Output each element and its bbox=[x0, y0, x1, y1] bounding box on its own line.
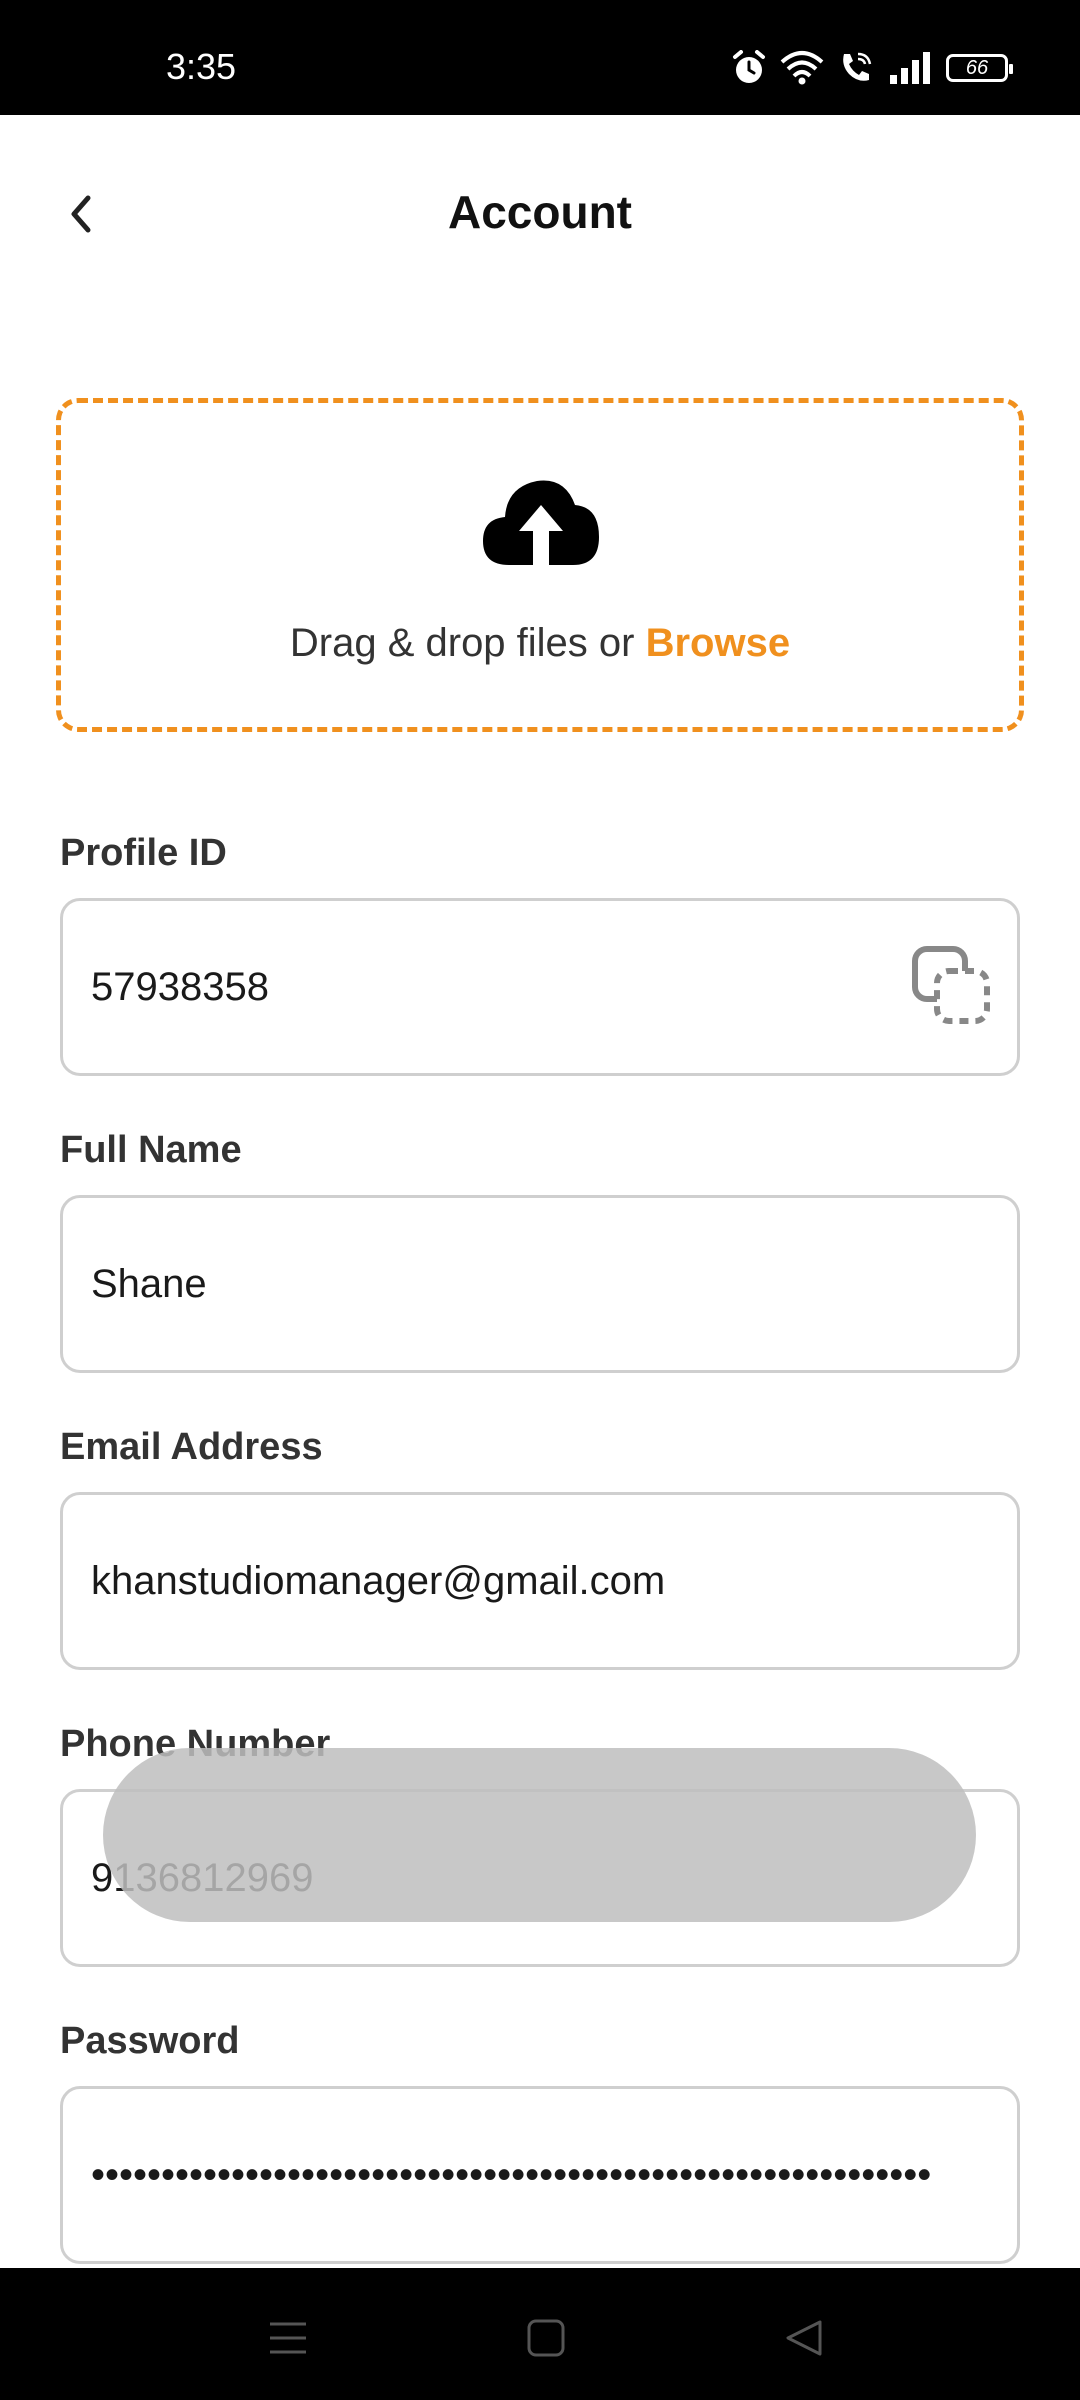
menu-button[interactable] bbox=[258, 2308, 318, 2368]
menu-icon bbox=[270, 2322, 306, 2354]
copy-icon[interactable] bbox=[911, 945, 991, 1025]
system-nav-bar bbox=[0, 2268, 1080, 2400]
file-upload-dropzone[interactable]: Drag & drop files or Browse bbox=[56, 398, 1024, 732]
status-icons: 66 bbox=[732, 48, 1013, 88]
password-value[interactable]: ••••••••••••••••••••••••••••••••••••••••… bbox=[91, 2089, 951, 2261]
cloud-upload-icon bbox=[483, 480, 599, 565]
password-label: Password bbox=[60, 2020, 240, 2062]
upload-text: Drag & drop files or bbox=[289, 621, 646, 665]
status-time: 3:35 bbox=[166, 46, 237, 87]
full-name-field[interactable]: Shane bbox=[60, 1195, 1020, 1373]
wifi-calling-icon bbox=[843, 52, 872, 81]
battery-level: 66 bbox=[965, 56, 989, 79]
profile-id-field[interactable]: 57938358 bbox=[60, 898, 1020, 1076]
toast-overlay bbox=[103, 1748, 976, 1922]
header: Account bbox=[0, 115, 1080, 315]
browse-link[interactable]: Browse bbox=[646, 621, 791, 665]
nav-back-button[interactable] bbox=[774, 2308, 834, 2368]
password-field[interactable]: ••••••••••••••••••••••••••••••••••••••••… bbox=[60, 2086, 1020, 2264]
page-title: Account bbox=[448, 186, 632, 238]
wifi-icon bbox=[780, 51, 824, 85]
alarm-icon bbox=[733, 50, 765, 83]
home-button[interactable] bbox=[516, 2308, 576, 2368]
signal-icon bbox=[890, 52, 930, 84]
email-label: Email Address bbox=[60, 1426, 323, 1468]
email-value[interactable]: khanstudiomanager@gmail.com bbox=[91, 1495, 951, 1667]
email-field[interactable]: khanstudiomanager@gmail.com bbox=[60, 1492, 1020, 1670]
home-icon bbox=[527, 2319, 565, 2357]
upload-instructions: Drag & drop files or Browse bbox=[61, 621, 1019, 666]
full-name-label: Full Name bbox=[60, 1129, 242, 1171]
profile-id-value[interactable]: 57938358 bbox=[91, 901, 951, 1073]
full-name-value[interactable]: Shane bbox=[91, 1198, 951, 1370]
profile-id-label: Profile ID bbox=[60, 832, 227, 874]
battery-icon: 66 bbox=[946, 54, 1013, 82]
status-bar: 3:35 66 bbox=[0, 0, 1080, 115]
back-icon bbox=[786, 2320, 822, 2356]
